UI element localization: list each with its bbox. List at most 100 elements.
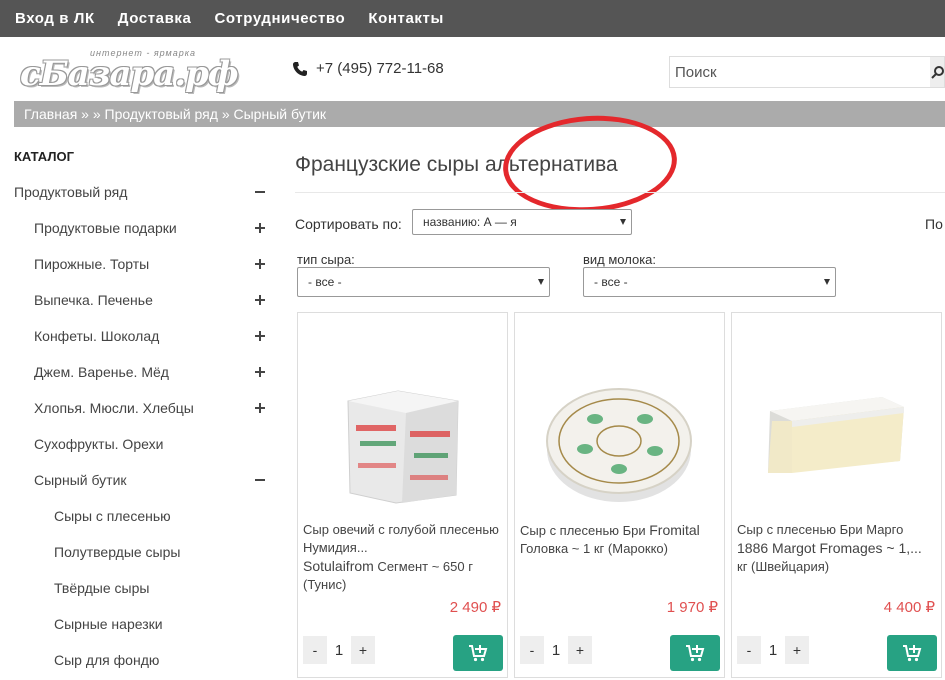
- nav-cooperation-link[interactable]: Сотрудничество: [214, 10, 345, 27]
- plus-icon[interactable]: [253, 365, 267, 379]
- minus-icon[interactable]: [253, 185, 267, 199]
- sidebar-item[interactable]: Выпечка. Печенье: [0, 290, 270, 310]
- sidebar-item-label: Сыр для фондю: [54, 652, 160, 668]
- plus-icon[interactable]: [253, 329, 267, 343]
- product-price: 2 490 ₽: [449, 599, 501, 616]
- plus-icon[interactable]: [253, 221, 267, 235]
- product-name-part: Сыр с плесенью Бри Марго: [737, 522, 904, 537]
- sidebar-item-label: Полутвердые сыры: [54, 544, 181, 560]
- sidebar-item[interactable]: Пирожные. Торты: [0, 254, 270, 274]
- filter-milk-type-value: - все -: [594, 275, 628, 289]
- product-image[interactable]: [298, 313, 507, 523]
- qty-plus-button[interactable]: +: [568, 636, 592, 664]
- sidebar-item-label: Продуктовый ряд: [14, 184, 128, 200]
- product-name-part: Сыр овечий с голубой плесенью Нумидия...: [303, 522, 499, 555]
- sidebar-item-label: Джем. Варенье. Мёд: [34, 364, 169, 380]
- filter-cheese-type-select[interactable]: - все -: [297, 267, 550, 297]
- breadcrumb: Главная » » Продуктовый ряд » Сырный бут…: [14, 101, 945, 127]
- sidebar-item-label: Сырные нарезки: [54, 616, 163, 632]
- per-page-label: По: [925, 216, 943, 232]
- sidebar-item[interactable]: Продуктовый ряд: [0, 182, 270, 202]
- product-card[interactable]: Сыр с плесенью Бри Fromital Головка ~ 1 …: [514, 312, 725, 678]
- sidebar-item[interactable]: Сыры с плесенью: [0, 506, 270, 526]
- divider: [295, 192, 945, 193]
- logo-text: сБазара.рф: [20, 54, 239, 94]
- plus-icon[interactable]: [253, 401, 267, 415]
- sidebar-item[interactable]: Сырный бутик: [0, 470, 270, 490]
- sidebar-item[interactable]: Полутвердые сыры: [0, 542, 270, 562]
- sidebar-item-label: Сухофрукты. Орехи: [34, 436, 164, 452]
- search-input[interactable]: [670, 57, 930, 87]
- sidebar-item-label: Выпечка. Печенье: [34, 292, 153, 308]
- sidebar-item-label: Сырный бутик: [34, 472, 127, 488]
- product-name[interactable]: Сыр с плесенью Бри Марго 1886 Margot Fro…: [737, 521, 937, 576]
- nav-contacts-link[interactable]: Контакты: [368, 10, 444, 27]
- product-name-brand: Sotulaifrom: [303, 558, 374, 574]
- sidebar-item-label: Сыры с плесенью: [54, 508, 171, 524]
- sidebar-item[interactable]: Сыр для фондю: [0, 650, 270, 670]
- qty-minus-button[interactable]: -: [303, 636, 327, 664]
- product-price: 4 400 ₽: [883, 599, 935, 616]
- product-image[interactable]: [515, 313, 724, 523]
- site-logo[interactable]: интернет - ярмарка сБазара.рф: [20, 48, 260, 94]
- product-name-part: Сыр с плесенью Бри: [520, 523, 650, 538]
- sidebar-item[interactable]: Хлопья. Мюсли. Хлебцы: [0, 398, 270, 418]
- sidebar-item[interactable]: Сырные нарезки: [0, 614, 270, 634]
- sidebar-item-label: Твёрдые сыры: [54, 580, 150, 596]
- qty-value[interactable]: 1: [327, 636, 351, 664]
- sidebar-item-label: Конфеты. Шоколад: [34, 328, 160, 344]
- qty-value[interactable]: 1: [544, 636, 568, 664]
- sidebar-item[interactable]: Конфеты. Шоколад: [0, 326, 270, 346]
- product-card[interactable]: Сыр с плесенью Бри Марго 1886 Margot Fro…: [731, 312, 942, 678]
- chevron-down-icon: [620, 219, 626, 225]
- phone-icon: [293, 61, 307, 76]
- add-to-cart-button[interactable]: [887, 635, 937, 671]
- sort-select[interactable]: названию: А — я: [412, 209, 632, 235]
- add-to-cart-button[interactable]: [453, 635, 503, 671]
- cart-icon: [469, 645, 488, 662]
- minus-icon[interactable]: [253, 473, 267, 487]
- product-image[interactable]: [732, 313, 941, 523]
- filter-milk-type-label: вид молока:: [583, 252, 657, 267]
- sort-select-value: названию: А — я: [423, 215, 517, 229]
- sidebar-item-label: Пирожные. Торты: [34, 256, 150, 272]
- cart-icon: [903, 645, 922, 662]
- nav-login-link[interactable]: Вход в ЛК: [15, 10, 95, 27]
- sidebar-item-label: Продуктовые подарки: [34, 220, 177, 236]
- product-name[interactable]: Сыр с плесенью Бри Fromital Головка ~ 1 …: [520, 521, 720, 558]
- product-card[interactable]: Сыр овечий с голубой плесенью Нумидия...…: [297, 312, 508, 678]
- plus-icon[interactable]: [253, 257, 267, 271]
- filter-milk-type-select[interactable]: - все -: [583, 267, 836, 297]
- breadcrumb-text[interactable]: Главная » » Продуктовый ряд » Сырный бут…: [24, 106, 326, 122]
- qty-minus-button[interactable]: -: [737, 636, 761, 664]
- plus-icon[interactable]: [253, 293, 267, 307]
- sort-label: Сортировать по:: [295, 216, 402, 232]
- sidebar-item[interactable]: Джем. Варенье. Мёд: [0, 362, 270, 382]
- sidebar-item-label: Хлопья. Мюсли. Хлебцы: [34, 400, 194, 416]
- nav-delivery-link[interactable]: Доставка: [118, 10, 192, 27]
- sidebar-item[interactable]: Продуктовые подарки: [0, 218, 270, 238]
- filter-cheese-type-label: тип сыра:: [297, 252, 355, 267]
- qty-plus-button[interactable]: +: [351, 636, 375, 664]
- quantity-stepper: - 1 +: [303, 636, 375, 664]
- chevron-down-icon: [538, 279, 544, 285]
- top-nav: Вход в ЛК Доставка Сотрудничество Контак…: [0, 0, 945, 37]
- product-name-brand: 1886 Margot Fromages ~ 1,...: [737, 540, 922, 556]
- product-name-brand: Fromital: [649, 522, 700, 538]
- header-phone: +7 (495) 772-11-68: [292, 60, 444, 77]
- product-name-tail: кг (Швейцария): [737, 559, 830, 574]
- catalog-title: КАТАЛОГ: [14, 149, 74, 164]
- search-box: [669, 56, 945, 88]
- phone-number[interactable]: +7 (495) 772-11-68: [316, 60, 444, 77]
- quantity-stepper: - 1 +: [520, 636, 592, 664]
- filter-cheese-type-value: - все -: [308, 275, 342, 289]
- qty-minus-button[interactable]: -: [520, 636, 544, 664]
- qty-value[interactable]: 1: [761, 636, 785, 664]
- quantity-stepper: - 1 +: [737, 636, 809, 664]
- sidebar-item[interactable]: Твёрдые сыры: [0, 578, 270, 598]
- qty-plus-button[interactable]: +: [785, 636, 809, 664]
- product-name[interactable]: Сыр овечий с голубой плесенью Нумидия...…: [303, 521, 503, 594]
- sidebar-item[interactable]: Сухофрукты. Орехи: [0, 434, 270, 454]
- add-to-cart-button[interactable]: [670, 635, 720, 671]
- search-button[interactable]: [930, 57, 944, 87]
